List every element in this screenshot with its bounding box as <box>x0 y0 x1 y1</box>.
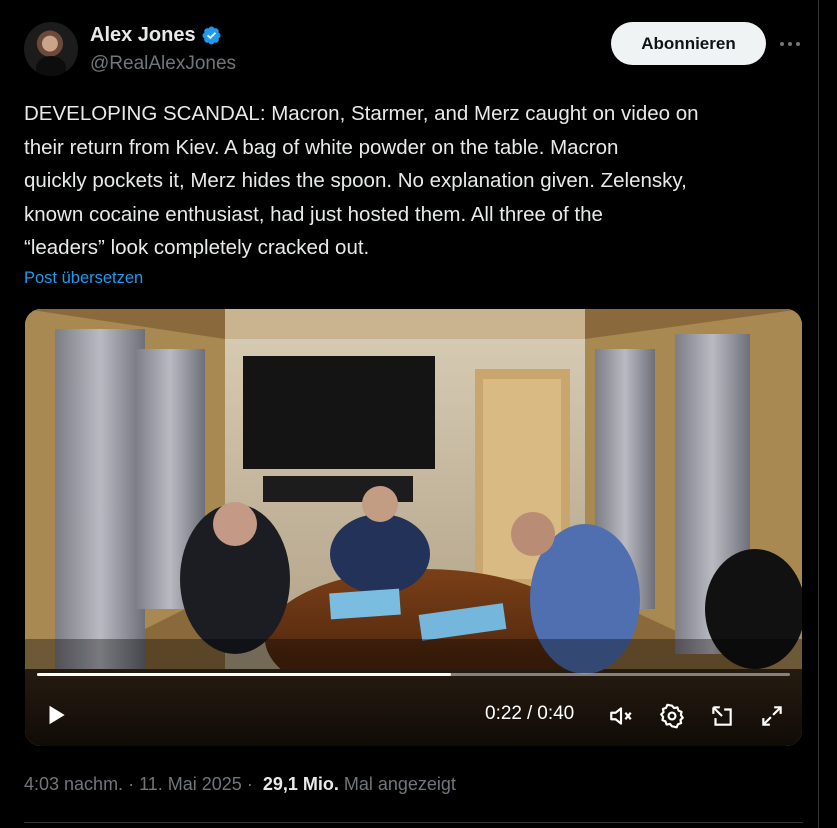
video-progress-bar[interactable] <box>37 673 790 676</box>
video-time-separator: / <box>526 703 533 724</box>
video-player[interactable]: 0:22 / 0:40 <box>25 309 802 746</box>
video-frame <box>25 309 802 746</box>
meta-separator: · <box>246 774 253 794</box>
play-icon[interactable] <box>43 702 69 728</box>
post-date[interactable]: 11. Mai 2025 <box>139 774 242 795</box>
fullscreen-icon[interactable] <box>759 703 785 729</box>
view-count: 29,1 Mio. <box>262 774 339 794</box>
more-dot <box>796 42 800 46</box>
pip-icon[interactable] <box>709 703 735 729</box>
author-handle[interactable]: @RealAlexJones <box>90 53 236 75</box>
avatar[interactable] <box>24 22 78 76</box>
video-progress-fill <box>37 673 452 676</box>
translate-link[interactable]: Post übersetzen <box>24 269 143 288</box>
scrollbar[interactable] <box>823 0 837 828</box>
mute-icon[interactable] <box>608 703 634 729</box>
author-name[interactable]: Alex Jones <box>90 24 196 47</box>
post-container: Alex Jones @RealAlexJones Abonnieren DEV… <box>0 0 818 828</box>
post-time[interactable]: 4:03 nachm. <box>24 774 123 795</box>
more-icon[interactable] <box>776 34 804 54</box>
follow-button[interactable]: Abonnieren <box>611 22 766 65</box>
verified-badge-icon <box>202 26 221 45</box>
video-time: 0:22 / 0:40 <box>485 703 574 725</box>
post-meta: 4:03 nachm. · 11. Mai 2025 · 29,1 Mio. M… <box>24 774 456 795</box>
more-dot <box>788 42 792 46</box>
column-border <box>818 0 819 828</box>
meta-separator: · <box>128 774 135 794</box>
more-dot <box>780 42 784 46</box>
settings-icon[interactable] <box>659 703 685 729</box>
post-text: DEVELOPING SCANDAL: Macron, Starmer, and… <box>24 102 699 259</box>
video-current-time: 0:22 <box>485 703 522 724</box>
video-duration: 0:40 <box>537 703 575 724</box>
divider <box>24 822 803 823</box>
view-count-label: Mal angezeigt <box>343 774 456 794</box>
author-name-row: Alex Jones <box>90 24 222 47</box>
